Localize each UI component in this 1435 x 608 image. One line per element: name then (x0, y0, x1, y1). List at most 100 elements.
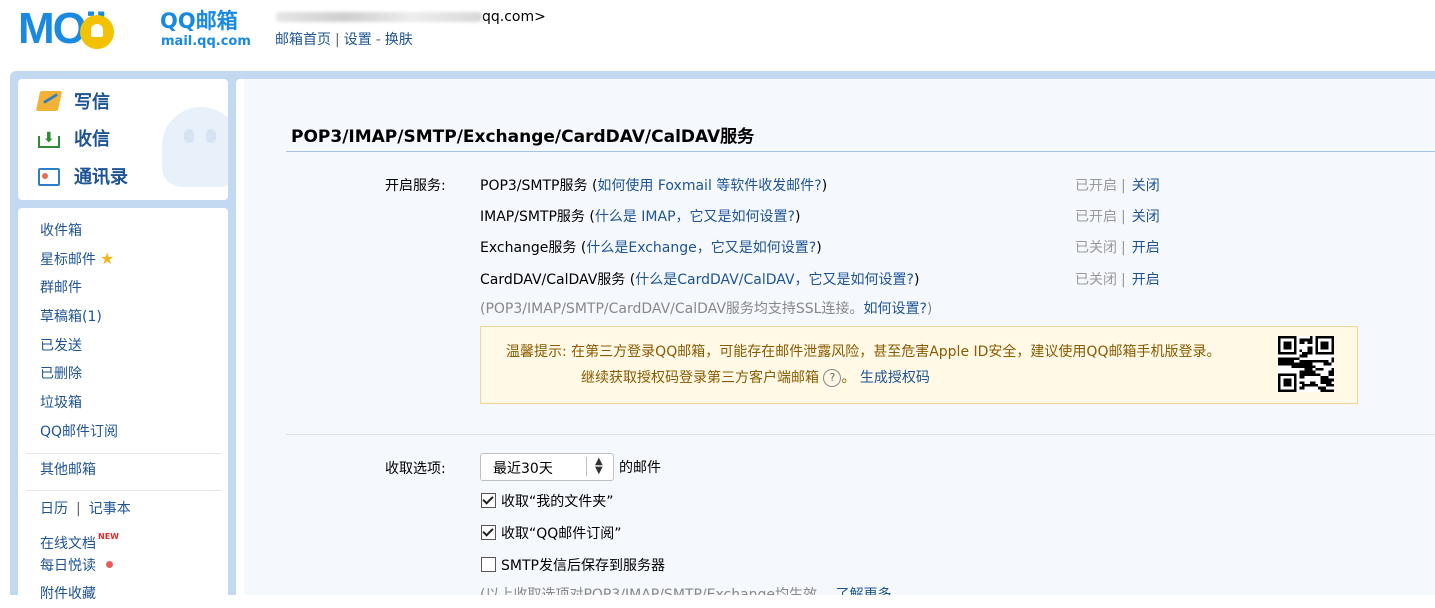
paren: ) (913, 272, 920, 288)
option-subscriptions[interactable]: 收取“QQ邮件订阅” (481, 523, 622, 543)
folder-starred[interactable]: 星标邮件 ★ (40, 250, 114, 269)
receive-options-label: 收取选项: (385, 461, 446, 477)
option-label: 收取“我的文件夹” (501, 494, 614, 510)
select-divider (586, 457, 587, 476)
account-address: qq.com> (276, 9, 546, 25)
separator: | (1121, 178, 1126, 194)
service-name: CardDAV/CalDAV服务 (480, 272, 626, 288)
redacted-account (276, 12, 482, 22)
toggle-carddav-button[interactable]: 开启 (1132, 272, 1160, 288)
tip-line-2-text: 继续获取授权码登录第三方客户端邮箱 (581, 370, 819, 386)
checkbox[interactable] (481, 525, 496, 540)
services-label: 开启服务: (385, 178, 446, 194)
paren: ) (816, 240, 822, 256)
help-question-icon[interactable]: ? (823, 369, 842, 387)
folder-deleted[interactable]: 已删除 (40, 365, 82, 383)
receive-button[interactable]: 收信 (38, 124, 110, 154)
folder-drafts[interactable]: 草稿箱(1) (40, 308, 102, 326)
tip-line-2: 继续获取授权码登录第三方客户端邮箱 ?。 生成授权码 (581, 367, 930, 387)
option-my-folders[interactable]: 收取“我的文件夹” (481, 491, 614, 511)
separator: | (76, 501, 81, 517)
updown-arrow-icon: ▲ ▼ (595, 456, 603, 476)
receive-label: 收信 (74, 129, 110, 150)
separator: - (375, 32, 381, 48)
bottom-note-text: (以上收取选项对POP3/IMAP/SMTP/Exchange均生效。 (480, 587, 832, 595)
toggle-imap-button[interactable]: 关闭 (1132, 209, 1160, 225)
tip-text: 在第三方登录QQ邮箱，可能存在邮件泄露风险，甚至危害Apple ID安全，建议使… (571, 344, 1221, 360)
logo-url: mail.qq.com (161, 34, 251, 49)
notes-link[interactable]: 记事本 (89, 501, 131, 517)
service-help-link[interactable]: 什么是CardDAV/CalDAV，它又是如何设置? (635, 272, 914, 288)
inbox-download-icon (38, 124, 60, 152)
qq-mail-logo[interactable]: MOil QQ邮箱 mail.qq.com (18, 6, 258, 54)
service-carddav-status: 已关闭 | 开启 (1075, 269, 1160, 289)
select-value: 最近30天 (493, 461, 553, 477)
paren: ) (926, 301, 933, 317)
security-tip-box: 温馨提示: 在第三方登录QQ邮箱，可能存在邮件泄露风险，甚至危害Apple ID… (480, 326, 1358, 404)
daily-reading-label: 每日悦读 (40, 558, 96, 574)
divider (26, 453, 221, 454)
contact-card-icon (38, 168, 60, 186)
status-text: 已开启 (1075, 209, 1117, 225)
pencil-icon (35, 91, 63, 111)
mailbox-home-link[interactable]: 邮箱首页 (275, 32, 331, 48)
folder-sent[interactable]: 已发送 (40, 337, 82, 355)
service-help-link[interactable]: 什么是Exchange，它又是如何设置? (586, 240, 816, 256)
unread-dot-icon (106, 561, 113, 568)
folder-subscriptions[interactable]: QQ邮件订阅 (40, 423, 118, 441)
status-text: 已关闭 (1075, 240, 1117, 256)
separator: | (335, 32, 340, 48)
quick-actions: 写信 收信 通讯录 (18, 79, 228, 200)
ssl-help-link[interactable]: 如何设置? (863, 301, 926, 317)
folder-inbox[interactable]: 收件箱 (40, 222, 82, 240)
account-suffix: qq.com> (482, 9, 546, 25)
divider (26, 490, 221, 491)
receive-options-note: (以上收取选项对POP3/IMAP/SMTP/Exchange均生效。 了解更多 (480, 584, 891, 595)
service-name: IMAP/SMTP服务 (480, 209, 585, 225)
change-skin-link[interactable]: 换肤 (385, 32, 413, 48)
status-text: 已开启 (1075, 178, 1117, 194)
option-label: 收取“QQ邮件订阅” (501, 526, 622, 542)
separator: | (1121, 240, 1126, 256)
compose-button[interactable]: 写信 (35, 89, 110, 117)
settings-panel: POP3/IMAP/SMTP/Exchange/CardDAV/CalDAV服务… (244, 79, 1435, 595)
top-header: MOil QQ邮箱 mail.qq.com qq.com> 邮箱首页 | 设置 - 换肤 (0, 0, 1435, 72)
folder-spam[interactable]: 垃圾箱 (40, 394, 82, 412)
title-divider (286, 151, 1435, 152)
new-badge: NEW (98, 532, 119, 541)
logo-name: QQ邮箱 (160, 9, 238, 33)
service-help-link[interactable]: 什么是 IMAP，它又是如何设置? (595, 209, 795, 225)
online-docs-link[interactable]: 在线文档 NEW (40, 528, 119, 553)
ssl-note-text: (POP3/IMAP/SMTP/CardDAV/CalDAV服务均支持SSL连接… (480, 301, 864, 317)
calendar-notes-row: 日历 | 记事本 (40, 500, 131, 518)
option-smtp-save[interactable]: SMTP发信后保存到服务器 (481, 555, 665, 575)
receive-period-select[interactable]: 最近30天 ▲ ▼ (480, 453, 614, 481)
online-docs-label: 在线文档 (40, 536, 96, 552)
section-divider (286, 434, 1435, 435)
top-links: 邮箱首页 | 设置 - 换肤 (275, 31, 413, 49)
service-name: POP3/SMTP服务 (480, 178, 588, 194)
daily-reading-link[interactable]: 每日悦读 (40, 557, 113, 575)
settings-link[interactable]: 设置 (344, 32, 372, 48)
calendar-link[interactable]: 日历 (40, 501, 68, 517)
tip-label: 温馨提示: (506, 344, 567, 360)
checkbox[interactable] (481, 557, 496, 572)
toggle-pop3-button[interactable]: 关闭 (1132, 178, 1160, 194)
folder-group-mail[interactable]: 群邮件 (40, 279, 82, 297)
learn-more-link[interactable]: 了解更多 (835, 587, 891, 595)
toggle-exchange-button[interactable]: 开启 (1132, 240, 1160, 256)
service-help-link[interactable]: 如何使用 Foxmail 等软件收发邮件? (597, 178, 821, 194)
other-mailboxes[interactable]: 其他邮箱 (40, 461, 96, 479)
checkbox[interactable] (481, 493, 496, 508)
generate-auth-code-link[interactable]: 生成授权码 (860, 370, 930, 386)
service-imap: IMAP/SMTP服务 (什么是 IMAP，它又是如何设置?) (480, 206, 800, 226)
contacts-button[interactable]: 通讯录 (38, 164, 128, 192)
service-carddav: CardDAV/CalDAV服务 (什么是CardDAV/CalDAV，它又是如… (480, 269, 919, 289)
service-name: Exchange服务 (480, 240, 577, 256)
attachments-link[interactable]: 附件收藏 (40, 585, 96, 603)
period-suffix: 的邮件 (619, 460, 661, 476)
separator: | (1121, 209, 1126, 225)
bell-icon (80, 15, 114, 49)
penguin-watermark-icon (162, 107, 228, 187)
folder-starred-label: 星标邮件 (40, 252, 96, 268)
